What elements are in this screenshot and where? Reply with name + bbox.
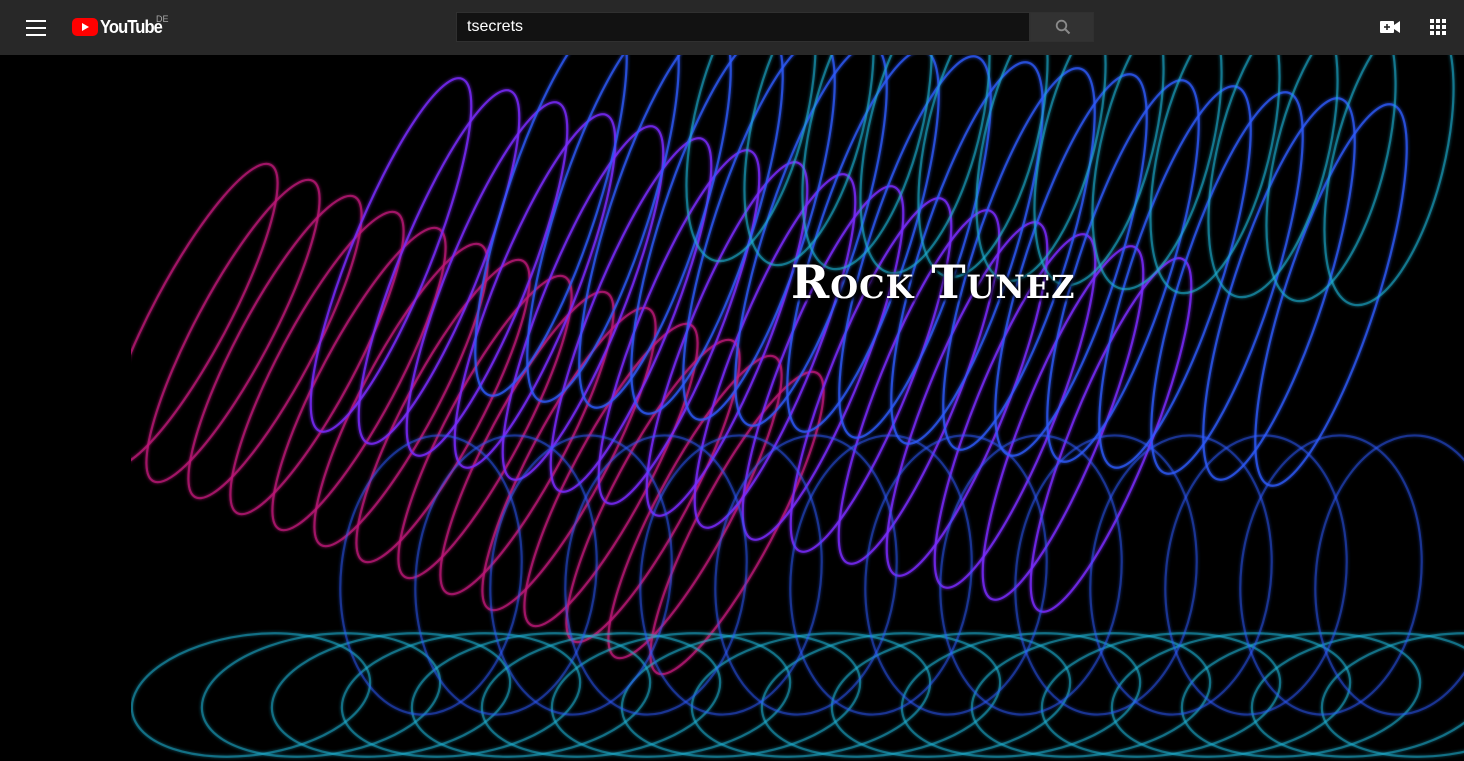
light-trail-loop (187, 194, 363, 500)
light-trail-loop (270, 632, 512, 758)
sidebar-background (0, 55, 131, 761)
light-trails-artwork (131, 55, 1464, 758)
light-trail-loop (523, 322, 699, 628)
create-video-button[interactable] (1376, 13, 1404, 41)
hamburger-menu-icon (26, 20, 46, 36)
light-trail-loop (786, 55, 940, 433)
light-trail-loop (1089, 434, 1273, 716)
guide-menu-button[interactable] (20, 12, 52, 44)
search-icon (1055, 19, 1071, 35)
light-trail-loop (200, 632, 442, 758)
light-trail-loop (271, 226, 447, 532)
light-trail-loop (357, 89, 521, 445)
youtube-play-icon (72, 18, 98, 36)
light-trail-loop (549, 137, 713, 493)
light-trail-loop (900, 632, 1142, 758)
light-trail-loop (1254, 103, 1408, 487)
light-trail-loop (1098, 85, 1252, 469)
light-trail-loop (1150, 91, 1304, 475)
country-code: DE (156, 14, 169, 24)
apps-grid-icon (1430, 19, 1446, 35)
youtube-logo[interactable]: YouTube DE (72, 14, 169, 39)
light-trail-loop (309, 77, 473, 433)
light-trail-loop (131, 632, 372, 758)
logo-text: YouTube (100, 17, 163, 37)
light-trail-loop (714, 434, 898, 716)
video-camera-plus-icon (1380, 21, 1400, 33)
light-trail-loop (1250, 632, 1464, 758)
light-trail-loop (229, 210, 405, 516)
light-trail-loop (789, 197, 953, 553)
light-trail-loop (313, 242, 489, 548)
light-trail-loop (789, 434, 973, 716)
light-trail-loop (830, 632, 1072, 758)
light-trail-loop (1164, 434, 1348, 716)
light-trail-loop (1040, 632, 1282, 758)
channel-banner: Rock Tunez (131, 55, 1464, 761)
apps-button[interactable] (1424, 13, 1452, 41)
light-trail-loop (355, 258, 531, 564)
light-trail-loop (970, 632, 1212, 758)
light-trail-loop (1110, 632, 1352, 758)
light-trail-loop (1314, 434, 1464, 716)
search-input[interactable]: tsecrets (456, 12, 1030, 42)
banner-title: Rock Tunez (791, 255, 1076, 309)
light-trail-loop (410, 632, 652, 758)
masthead: YouTube DE tsecrets (0, 0, 1464, 55)
light-trail-loop (480, 632, 722, 758)
light-trail-loop (864, 434, 1048, 716)
search-button[interactable] (1030, 12, 1094, 42)
